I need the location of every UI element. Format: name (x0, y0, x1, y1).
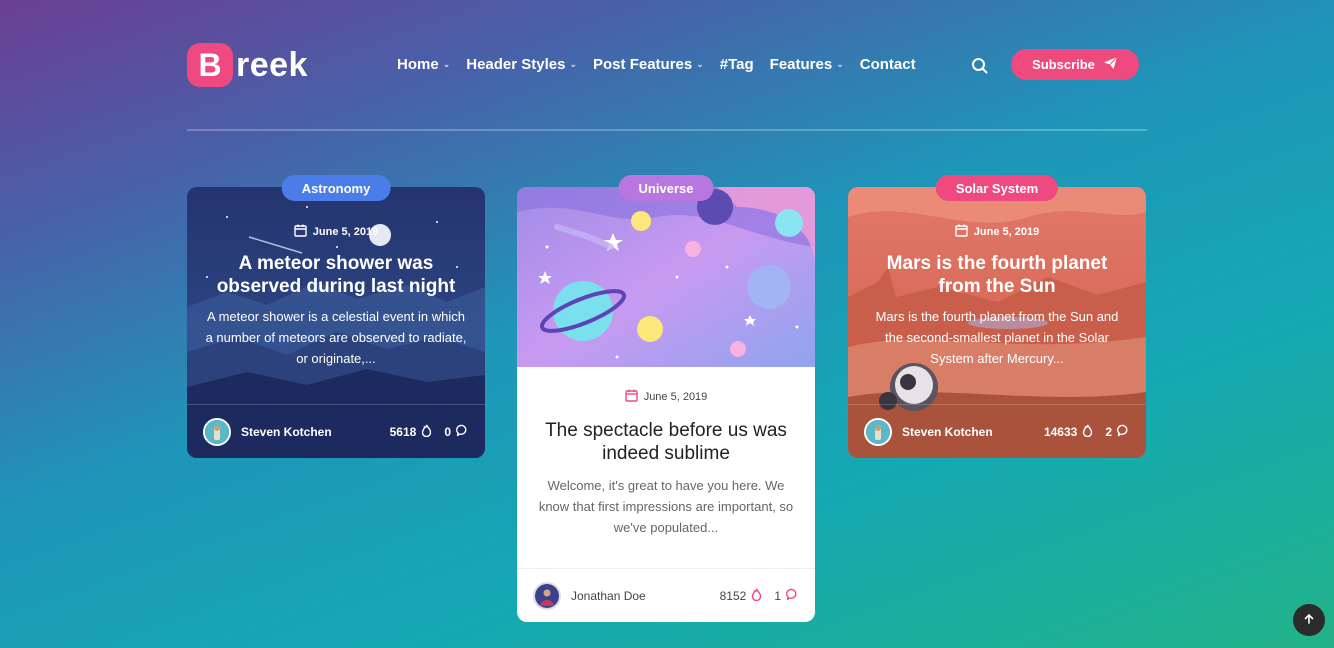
comment-icon (785, 588, 799, 604)
chevron-down-icon: ⌄ (696, 59, 704, 69)
card-body: June 5, 2019 Mars is the fourth planet f… (848, 187, 1146, 458)
post-card[interactable]: Solar System June 5, 2019 Mars is the fo… (848, 175, 1146, 458)
subscribe-label: Subscribe (1032, 57, 1095, 72)
comments-value: 2 (1105, 424, 1112, 439)
comment-icon (455, 424, 469, 440)
nav-item-features[interactable]: Features ⌄ (770, 56, 844, 73)
post-date: June 5, 2019 (848, 224, 1146, 240)
calendar-icon (624, 389, 638, 405)
subscribe-button[interactable]: Subscribe (1011, 49, 1139, 80)
chevron-down-icon: ⌄ (836, 59, 844, 69)
comment-icon (1116, 424, 1130, 440)
card-footer: Steven Kotchen 5618 0 (187, 404, 485, 458)
views-value: 5618 (389, 424, 417, 439)
flame-icon (1082, 424, 1093, 440)
author-name[interactable]: Steven Kotchen (902, 425, 1032, 439)
nav-item-label: Post Features (593, 56, 693, 73)
comments-value: 1 (774, 588, 781, 603)
card-content: June 5, 2019 The spectacle before us was… (517, 389, 815, 538)
avatar[interactable] (533, 581, 561, 610)
search-icon[interactable] (971, 57, 989, 75)
author-name[interactable]: Steven Kotchen (241, 425, 378, 439)
author-name[interactable]: Jonathan Doe (571, 589, 708, 603)
card-body: June 5, 2019 The spectacle before us was… (517, 187, 815, 622)
views-value: 14633 (1043, 424, 1078, 439)
chevron-down-icon: ⌄ (569, 59, 578, 69)
card-footer: Steven Kotchen 14633 2 (848, 404, 1146, 458)
post-date-text: June 5, 2019 (973, 226, 1040, 238)
post-title[interactable]: Mars is the fourth planet from the Sun (848, 252, 1146, 298)
site-header: B reek Home ⌄ Header Styles ⌄ Post Featu… (187, 40, 1147, 90)
nav-item-label: Home (397, 56, 439, 73)
arrow-up-icon (1303, 612, 1315, 628)
category-tag[interactable]: Solar System (935, 175, 1059, 201)
post-card[interactable]: Universe June 5, 2019 The spectacle befo… (517, 175, 815, 622)
views-count: 8152 (720, 588, 763, 604)
post-date-text: June 5, 2019 (312, 226, 379, 238)
scroll-to-top-button[interactable] (1293, 604, 1325, 636)
nav-item-label: Header Styles (466, 56, 566, 73)
nav-item-label: Features (769, 56, 833, 73)
avatar[interactable] (864, 417, 892, 446)
card-content: June 5, 2019 Mars is the fourth planet f… (848, 224, 1146, 369)
flame-icon (421, 424, 432, 440)
calendar-icon (294, 224, 307, 240)
post-title[interactable]: A meteor shower was observed during last… (187, 252, 485, 298)
post-date: June 5, 2019 (187, 224, 485, 240)
nav-item-post-features[interactable]: Post Features ⌄ (593, 56, 704, 73)
site-logo[interactable]: B reek (187, 43, 308, 87)
main-nav: Home ⌄ Header Styles ⌄ Post Features ⌄ #… (397, 56, 932, 73)
paper-plane-icon (1103, 56, 1118, 73)
flame-icon (751, 588, 762, 604)
nav-item-header-styles[interactable]: Header Styles ⌄ (466, 56, 577, 73)
nav-item-label: Contact (859, 56, 916, 73)
views-count: 5618 (390, 424, 433, 440)
post-date: June 5, 2019 (517, 389, 815, 405)
post-excerpt: Welcome, it's great to have you here. We… (538, 478, 794, 535)
category-tag[interactable]: Astronomy (281, 175, 391, 201)
nav-item-label: #Tag (719, 56, 754, 73)
chevron-down-icon: ⌄ (442, 59, 451, 69)
nav-item-home[interactable]: Home ⌄ (397, 56, 450, 73)
post-excerpt: A meteor shower is a celestial event in … (205, 309, 467, 366)
calendar-icon (955, 224, 968, 240)
logo-text: reek (236, 45, 308, 84)
comments-value: 0 (444, 424, 451, 439)
views-count: 14633 (1044, 424, 1093, 440)
post-title[interactable]: The spectacle before us was indeed subli… (517, 419, 815, 465)
nav-item-tag[interactable]: #Tag (720, 56, 754, 73)
card-body: June 5, 2019 A meteor shower was observe… (187, 187, 485, 458)
space-illustration-image (517, 187, 815, 367)
logo-badge: B (187, 43, 233, 87)
header-divider (187, 129, 1147, 131)
comments-count[interactable]: 0 (444, 424, 469, 440)
views-value: 8152 (719, 588, 747, 603)
comments-count[interactable]: 2 (1105, 424, 1130, 440)
card-content: June 5, 2019 A meteor shower was observe… (187, 224, 485, 369)
post-date-text: June 5, 2019 (643, 391, 708, 403)
nav-item-contact[interactable]: Contact (860, 56, 916, 73)
card-footer: Jonathan Doe 8152 1 (517, 568, 815, 622)
comments-count[interactable]: 1 (774, 588, 799, 604)
post-excerpt: Mars is the fourth planet from the Sun a… (875, 309, 1119, 366)
avatar[interactable] (203, 417, 231, 446)
post-card[interactable]: Astronomy June 5, 2019 A meteor shower w… (187, 175, 485, 458)
category-tag[interactable]: Universe (618, 175, 714, 201)
